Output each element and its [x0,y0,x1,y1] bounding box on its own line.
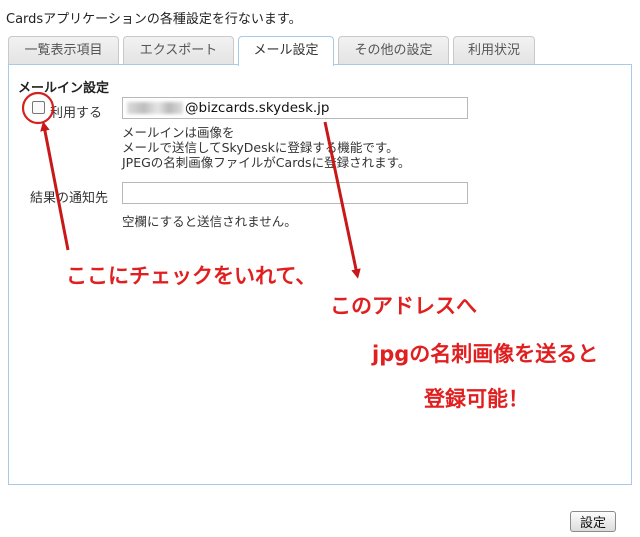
notify-address-field[interactable] [122,182,468,204]
redacted-username [127,102,183,114]
intro-text: Cardsアプリケーションの各種設定を行ないます。 [6,12,302,27]
mail-in-section-title: メールイン設定 [18,81,110,96]
tab-list-display-items[interactable]: 一覧表示項目 [8,36,119,65]
mail-in-address-field[interactable]: @bizcards.skydesk.jp [122,97,468,119]
notify-address-label: 結果の通知先 [30,191,109,206]
annotation-can-register: 登録可能！ [424,387,529,411]
description-line: JPEGの名刺画像ファイルがCardsに登録されます。 [122,155,411,170]
annotation-to-this-address: このアドレスへ [330,294,477,318]
mail-in-address-domain: @bizcards.skydesk.jp [185,100,330,116]
annotation-check-here: ここにチェックをいれて、 [66,264,317,288]
description-line: メールで送信してSkyDeskに登録する機能です。 [122,140,399,155]
tab-export[interactable]: エクスポート [123,36,234,65]
tab-other-settings[interactable]: その他の設定 [338,36,449,65]
tab-usage-status[interactable]: 利用状況 [453,36,535,65]
use-mail-in-checkbox[interactable] [32,101,45,114]
mail-in-description: メールインは画像を メールで送信してSkyDeskに登録する機能です。 JPEG… [122,125,410,170]
save-settings-button[interactable]: 設定 [570,511,616,532]
notify-address-note: 空欄にすると送信されません。 [122,214,297,229]
annotation-send-jpg: jpgの名刺画像を送ると [372,342,599,366]
use-mail-in-label: 利用する [50,106,103,121]
tab-mail-settings[interactable]: メール設定 [238,36,334,66]
description-line: メールインは画像を [122,125,235,140]
